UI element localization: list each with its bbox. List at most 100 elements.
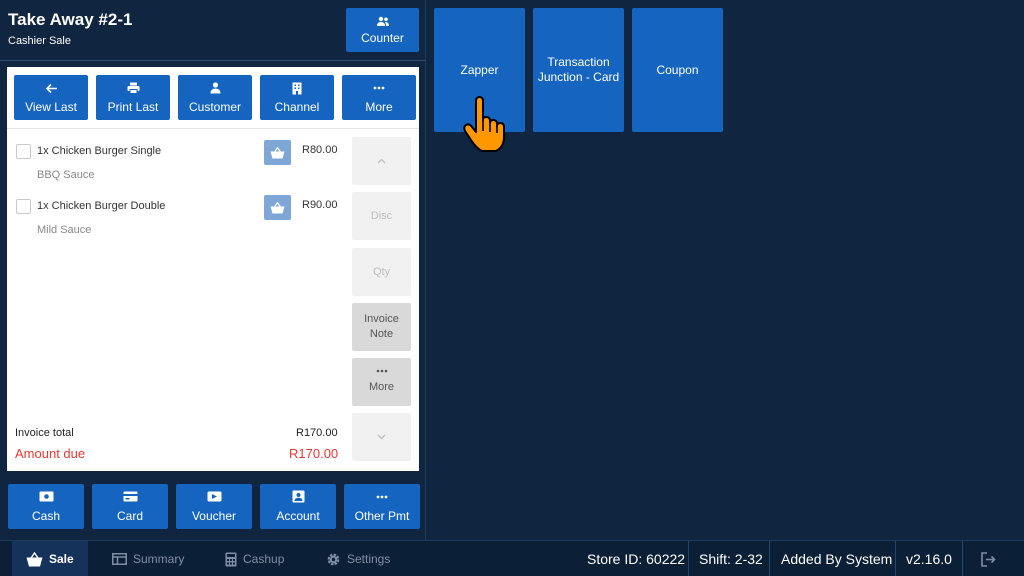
shift-id: Shift: 2-32 bbox=[699, 551, 763, 567]
cash-icon bbox=[39, 491, 53, 502]
person-icon bbox=[210, 82, 220, 94]
more-button[interactable]: More bbox=[342, 75, 416, 120]
basket-icon bbox=[270, 201, 285, 213]
card-label: Card bbox=[116, 509, 143, 523]
nav-summary-label: Summary bbox=[133, 552, 185, 566]
item-more-button[interactable]: More bbox=[352, 358, 411, 406]
chevron-up-icon bbox=[377, 158, 386, 164]
voucher-icon bbox=[207, 491, 221, 502]
chevron-down-icon bbox=[377, 434, 386, 440]
store-id: Store ID: 60222 bbox=[587, 551, 686, 567]
invoice-total-value: R170.00 bbox=[296, 427, 338, 439]
ellipsis-icon bbox=[376, 369, 387, 373]
item-name: 1x Chicken Burger Double bbox=[37, 200, 166, 212]
print-last-button[interactable]: Print Last bbox=[96, 75, 170, 120]
nav-settings-label: Settings bbox=[347, 552, 391, 566]
hand-pointer-icon bbox=[463, 96, 505, 152]
order-item[interactable]: 1x Chicken Burger Double Mild Sauce R90.… bbox=[14, 192, 349, 242]
view-last-button[interactable]: View Last bbox=[14, 75, 88, 120]
account-button[interactable]: Account bbox=[260, 484, 336, 529]
account-icon bbox=[292, 490, 304, 503]
more-label: More bbox=[365, 100, 393, 114]
nav-cashup-label: Cashup bbox=[243, 552, 285, 566]
voucher-label: Voucher bbox=[191, 509, 237, 523]
nav-summary[interactable]: Summary bbox=[112, 541, 184, 576]
printer-icon bbox=[127, 82, 139, 94]
transaction-junction-label: Transaction Junction - Card bbox=[538, 55, 619, 85]
receipt-toolbar: View Last Print Last Customer Channel Mo… bbox=[14, 75, 416, 120]
app-version: v2.16.0 bbox=[906, 551, 952, 567]
item-modifier: BBQ Sauce bbox=[37, 169, 95, 181]
table-icon bbox=[112, 553, 127, 565]
item-checkbox[interactable] bbox=[16, 144, 31, 159]
payment-buttons: Cash Card Voucher Account Other Pmt bbox=[8, 484, 420, 529]
nav-cashup[interactable]: Cashup bbox=[225, 541, 284, 576]
qty-label: Qty bbox=[372, 265, 391, 278]
amount-due-label: Amount due bbox=[15, 446, 86, 461]
amount-due-value: R170.00 bbox=[289, 446, 339, 461]
building-icon bbox=[292, 82, 302, 94]
item-basket-button[interactable] bbox=[264, 195, 291, 220]
channel-button[interactable]: Channel bbox=[260, 75, 334, 120]
toolbar-divider bbox=[7, 128, 419, 129]
ellipsis-icon bbox=[373, 86, 385, 90]
disc-button[interactable]: Disc bbox=[352, 192, 411, 240]
transaction-junction-card-tile[interactable]: Transaction Junction - Card bbox=[533, 8, 624, 132]
divider bbox=[962, 541, 963, 576]
print-last-label: Print Last bbox=[107, 100, 159, 114]
item-basket-button[interactable] bbox=[264, 140, 291, 165]
divider bbox=[769, 541, 770, 576]
nav-sale-label: Sale bbox=[49, 552, 74, 566]
sale-panel: Take Away #2-1 Cashier Sale Counter View… bbox=[0, 0, 426, 540]
qty-button[interactable]: Qty bbox=[352, 248, 411, 296]
status-bar: Sale Summary Cashup Settings Store ID: 6… bbox=[0, 540, 1024, 576]
tj-line-2: Junction - Card bbox=[537, 70, 620, 84]
cart-icon bbox=[26, 551, 43, 566]
order-item[interactable]: 1x Chicken Burger Single BBQ Sauce R80.0… bbox=[14, 137, 349, 187]
nav-settings[interactable]: Settings bbox=[326, 541, 390, 576]
scroll-up-button[interactable] bbox=[352, 137, 411, 185]
customer-button[interactable]: Customer bbox=[178, 75, 252, 120]
channel-label: Channel bbox=[274, 100, 320, 114]
invoice-note-label-2: Note bbox=[369, 328, 394, 340]
invoice-note-button[interactable]: Invoice Note bbox=[352, 303, 411, 351]
invoice-note-label-1: Invoice bbox=[364, 313, 399, 325]
divider bbox=[688, 541, 689, 576]
receipt: View Last Print Last Customer Channel Mo… bbox=[7, 67, 419, 471]
invoice-total-label: Invoice total bbox=[15, 427, 74, 439]
credit-card-icon bbox=[123, 491, 137, 502]
other-payment-label: Other Pmt bbox=[354, 509, 410, 523]
basket-icon bbox=[270, 146, 285, 158]
disc-label: Disc bbox=[370, 209, 393, 222]
calculator-icon bbox=[225, 552, 237, 566]
view-last-label: View Last bbox=[25, 100, 77, 114]
users-icon bbox=[376, 16, 389, 26]
added-by: Added By System bbox=[781, 551, 893, 567]
sale-subtitle: Cashier Sale bbox=[8, 35, 71, 47]
item-name: 1x Chicken Burger Single bbox=[37, 145, 162, 157]
ellipsis-icon bbox=[376, 495, 388, 498]
coupon-label: Coupon bbox=[656, 62, 699, 77]
coupon-tile[interactable]: Coupon bbox=[632, 8, 723, 132]
cash-button[interactable]: Cash bbox=[8, 484, 84, 529]
arrow-left-icon bbox=[45, 83, 57, 93]
item-modifier: Mild Sauce bbox=[37, 224, 92, 236]
item-price: R90.00 bbox=[302, 199, 338, 211]
account-label: Account bbox=[276, 509, 320, 523]
counter-label: Counter bbox=[361, 30, 404, 45]
customer-label: Customer bbox=[188, 100, 241, 114]
nav-sale[interactable]: Sale bbox=[12, 541, 88, 576]
card-button[interactable]: Card bbox=[92, 484, 168, 529]
scroll-down-button[interactable] bbox=[352, 413, 411, 461]
voucher-button[interactable]: Voucher bbox=[176, 484, 252, 529]
divider bbox=[0, 60, 426, 61]
logout-button[interactable] bbox=[980, 541, 996, 576]
receipt-zigzag-edge bbox=[7, 463, 419, 471]
item-checkbox[interactable] bbox=[16, 199, 31, 214]
other-payment-button[interactable]: Other Pmt bbox=[344, 484, 420, 529]
zapper-label: Zapper bbox=[460, 62, 499, 77]
gear-icon bbox=[327, 553, 340, 565]
divider bbox=[895, 541, 896, 576]
item-price: R80.00 bbox=[302, 144, 338, 156]
counter-button[interactable]: Counter bbox=[346, 8, 419, 52]
